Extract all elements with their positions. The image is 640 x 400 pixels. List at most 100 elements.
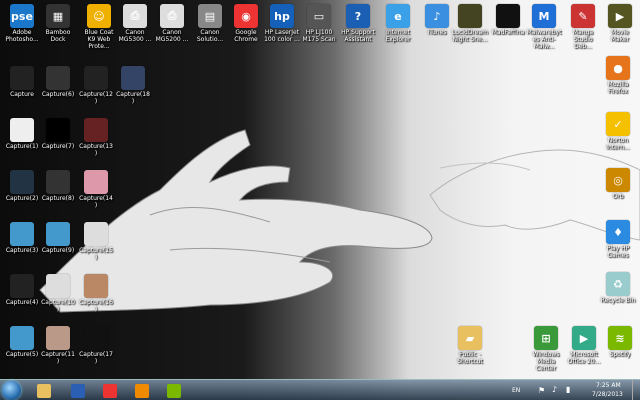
desktop-icon-capture-11[interactable]: Capture(11) xyxy=(40,326,76,365)
network-icon[interactable]: ▮ xyxy=(566,385,570,394)
canon-mg5300-icon: ⎙ xyxy=(123,4,147,28)
desktop-icon-label: Public - Shortcut xyxy=(457,351,483,365)
desktop-icon-label: HP Support Assistant xyxy=(341,29,375,43)
desktop-icon-capture-6[interactable]: Capture(6) xyxy=(40,66,76,98)
desktop-icon-label: Capture(16) xyxy=(79,299,113,313)
desktop-icon-capture-12[interactable]: Capture(12) xyxy=(78,66,114,105)
desktop-icon-malwarebytes-anti-malw[interactable]: M Malwarebytes Anti-Malw... xyxy=(526,4,562,50)
desktop-icon-luciddream-night-sne[interactable]: LucidDream Night Sne... xyxy=(452,4,488,43)
desktop-icon-capture-3[interactable]: Capture(3) xyxy=(4,222,40,254)
media-player-icon xyxy=(135,383,149,398)
desktop-icon-label: MadFaffina xyxy=(491,29,525,36)
desktop-icon-public-shortcut[interactable]: ▰ Public - Shortcut xyxy=(452,326,488,365)
taskbar: EN ⚑ ♪ ▮ 7:25 AM 7/28/2013 xyxy=(0,379,640,400)
taskbar-media-player-button[interactable] xyxy=(128,381,156,400)
desktop-icon-adobe-photosho[interactable]: pse Adobe Photosho... xyxy=(4,4,40,43)
movie-maker-icon: ▶ xyxy=(608,4,632,28)
recycle-bin-icon: ♻ xyxy=(606,272,630,296)
capture-12-icon xyxy=(84,66,108,90)
desktop-icon-capture[interactable]: Capture xyxy=(4,66,40,98)
desktop-icon-canon-mg5200[interactable]: ⎙ Canon MG5200 ... xyxy=(154,4,190,43)
desktop-icon-label: Capture(5) xyxy=(5,351,39,358)
desktop-icon-capture-2[interactable]: Capture(2) xyxy=(4,170,40,202)
internet-explorer-icon: e xyxy=(386,4,410,28)
capture-7-icon xyxy=(46,118,70,142)
canon-mg5200-icon: ⎙ xyxy=(160,4,184,28)
desktop-icon-microsoft-office-20[interactable]: ▶ Microsoft Office 20... xyxy=(566,326,602,365)
hp-laserjet-100-color-icon: hp xyxy=(270,4,294,28)
desktop-icon-label: Mozilla Firefox xyxy=(607,81,629,95)
desktop-icon-recycle-bin[interactable]: ♻ Recycle Bin xyxy=(600,272,636,304)
clock-time[interactable]: 7:25 AM xyxy=(596,382,621,389)
capture-4-icon xyxy=(10,274,34,298)
desktop-icon-label: Manga Studio Deb... xyxy=(572,29,594,50)
desktop-icon-label: Capture(9) xyxy=(41,247,75,254)
desktop-icon-orb[interactable]: ◎ Orb xyxy=(600,168,636,200)
microsoft-office-20-icon: ▶ xyxy=(572,326,596,350)
taskbar-windows-explorer-button[interactable] xyxy=(30,381,58,400)
capture-1-icon xyxy=(10,118,34,142)
desktop-icon-bamboo-dock[interactable]: ▦ Bamboo Dock xyxy=(40,4,76,43)
desktop-icon-capture-9[interactable]: Capture(9) xyxy=(40,222,76,254)
desktop[interactable]: pse Adobe Photosho... ▦ Bamboo Dock ☺ Blue Co… xyxy=(0,0,640,400)
desktop-icon-hp-laserjet-100-color[interactable]: hp HP LaserJet 100 color ... xyxy=(264,4,300,43)
taskbar-google-chrome-button[interactable] xyxy=(96,381,124,400)
desktop-icon-label: Canon Solutio... xyxy=(196,29,224,43)
desktop-icon-hp-lj100-m175-scan[interactable]: ▭ HP LJ100 M175 Scan xyxy=(301,4,337,43)
desktop-icon-label: Blue Coat K9 Web Prote... xyxy=(84,29,114,50)
desktop-icon-canon-mg5300[interactable]: ⎙ Canon MG5300 ... xyxy=(117,4,153,43)
flag-icon[interactable]: ⚑ xyxy=(538,386,545,395)
norton-intern-icon: ✓ xyxy=(606,112,630,136)
show-desktop-button[interactable] xyxy=(632,380,640,400)
desktop-icon-hp-support-assistant[interactable]: ? HP Support Assistant xyxy=(340,4,376,43)
desktop-icon-spotify[interactable]: ≋ Spotify xyxy=(602,326,638,358)
capture-17-icon xyxy=(84,326,108,350)
spotify-icon: ≋ xyxy=(608,326,632,350)
desktop-icon-capture-5[interactable]: Capture(5) xyxy=(4,326,40,358)
desktop-icon-norton-intern[interactable]: ✓ Norton Intern... xyxy=(600,112,636,151)
desktop-icon-label: Capture(6) xyxy=(41,91,75,98)
desktop-icon-blue-coat-k9-web-prote[interactable]: ☺ Blue Coat K9 Web Prote... xyxy=(81,4,117,50)
desktop-icon-label: HP LaserJet 100 color ... xyxy=(264,29,300,43)
desktop-icon-label: Microsoft Office 20... xyxy=(567,351,601,365)
desktop-icon-movie-maker[interactable]: ▶ Movie Maker xyxy=(602,4,638,43)
desktop-icon-label: Capture(3) xyxy=(5,247,39,254)
desktop-icon-label: Capture(17) xyxy=(79,351,113,365)
malwarebytes-anti-malw-icon: M xyxy=(532,4,556,28)
taskbar-microsoft-word-button[interactable] xyxy=(64,381,92,400)
desktop-icon-capture-8[interactable]: Capture(8) xyxy=(40,170,76,202)
desktop-icon-mozilla-firefox[interactable]: ● Mozilla Firefox xyxy=(600,56,636,95)
desktop-icon-label: Norton Intern... xyxy=(606,137,630,151)
desktop-icon-label: HP LJ100 M175 Scan xyxy=(302,29,336,43)
desktop-icon-capture-1[interactable]: Capture(1) xyxy=(4,118,40,150)
start-button[interactable] xyxy=(2,381,21,400)
desktop-icon-windows-media-center[interactable]: ⊞ Windows Media Center xyxy=(528,326,564,372)
desktop-icon-madfaffina[interactable]: MadFaffina xyxy=(490,4,526,36)
desktop-icon-label: Capture(15) xyxy=(79,247,113,261)
desktop-icon-google-chrome[interactable]: ◉ Google Chrome xyxy=(228,4,264,43)
desktop-icon-capture-7[interactable]: Capture(7) xyxy=(40,118,76,150)
desktop-icon-capture-4[interactable]: Capture(4) xyxy=(4,274,40,306)
desktop-icon-itunes[interactable]: ♪ iTunes xyxy=(419,4,455,36)
capture-11-icon xyxy=(46,326,70,350)
orb-icon: ◎ xyxy=(606,168,630,192)
desktop-icon-canon-solutio[interactable]: ▤ Canon Solutio... xyxy=(192,4,228,43)
clock-date[interactable]: 7/28/2013 xyxy=(592,391,623,398)
desktop-icon-capture-15[interactable]: Capture(15) xyxy=(78,222,114,261)
desktop-icon-manga-studio-deb[interactable]: ✎ Manga Studio Deb... xyxy=(565,4,601,50)
desktop-icon-internet-explorer[interactable]: e Internet Explorer xyxy=(380,4,416,43)
desktop-icon-capture-13[interactable]: Capture(13) xyxy=(78,118,114,157)
language-indicator[interactable]: EN xyxy=(512,387,520,394)
desktop-icon-capture-10[interactable]: Capture(10) xyxy=(40,274,76,313)
desktop-icon-capture-16[interactable]: Capture(16) xyxy=(78,274,114,313)
desktop-icon-label: Capture(14) xyxy=(79,195,113,209)
desktop-icon-play-hp-games[interactable]: ♦ Play HP Games xyxy=(600,220,636,259)
blue-coat-k9-web-prote-icon: ☺ xyxy=(87,4,111,28)
volume-icon[interactable]: ♪ xyxy=(552,385,557,394)
taskbar-spotify-button[interactable] xyxy=(160,381,188,400)
mozilla-firefox-icon: ● xyxy=(606,56,630,80)
desktop-icon-capture-18[interactable]: Capture(18) xyxy=(115,66,151,105)
desktop-icon-capture-14[interactable]: Capture(14) xyxy=(78,170,114,209)
desktop-icon-capture-17[interactable]: Capture(17) xyxy=(78,326,114,365)
play-hp-games-icon: ♦ xyxy=(606,220,630,244)
